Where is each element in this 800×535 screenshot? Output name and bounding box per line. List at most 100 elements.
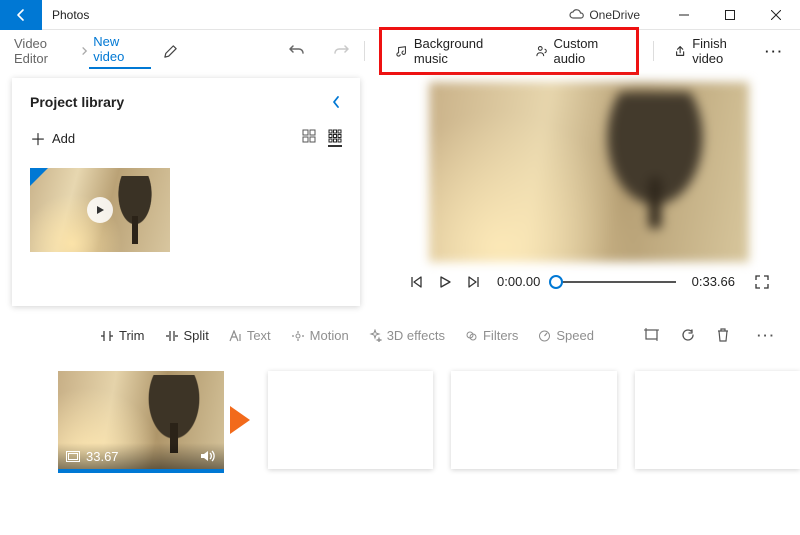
crop-icon bbox=[644, 328, 659, 341]
trim-button[interactable]: Trim bbox=[100, 328, 145, 343]
undo-button[interactable] bbox=[288, 43, 306, 59]
library-title: Project library bbox=[30, 94, 124, 110]
text-button[interactable]: Text bbox=[229, 328, 271, 343]
thumbnail-play-icon bbox=[87, 197, 113, 223]
trim-label: Trim bbox=[119, 328, 145, 343]
add-label: Add bbox=[52, 131, 75, 146]
step-back-icon bbox=[409, 276, 423, 288]
arrow-left-icon bbox=[13, 7, 29, 23]
chevron-left-icon bbox=[330, 95, 342, 109]
custom-audio-button[interactable]: Custom audio bbox=[530, 32, 629, 70]
undo-icon bbox=[288, 43, 306, 59]
crop-button[interactable] bbox=[644, 328, 659, 343]
fullscreen-icon bbox=[755, 275, 769, 289]
grid-3x3-icon bbox=[328, 129, 342, 143]
plus-icon: ＋ bbox=[30, 126, 46, 150]
3d-effects-button[interactable]: 3D effects bbox=[369, 328, 445, 343]
rename-button[interactable] bbox=[163, 44, 178, 59]
onedrive-status[interactable]: OneDrive bbox=[569, 8, 640, 22]
speed-icon bbox=[538, 330, 551, 342]
sparkle-icon bbox=[369, 329, 382, 342]
background-music-label: Background music bbox=[414, 36, 506, 66]
clip-progress-bar bbox=[58, 469, 224, 473]
insert-marker-icon bbox=[230, 406, 250, 434]
onedrive-label: OneDrive bbox=[589, 8, 640, 22]
play-icon bbox=[439, 276, 451, 288]
view-large-button[interactable] bbox=[302, 129, 316, 147]
speed-label: Speed bbox=[556, 328, 594, 343]
play-button[interactable] bbox=[439, 276, 451, 288]
speed-button[interactable]: Speed bbox=[538, 328, 594, 343]
3d-effects-label: 3D effects bbox=[387, 328, 445, 343]
minimize-icon bbox=[679, 10, 689, 20]
trash-icon bbox=[717, 328, 729, 342]
library-item[interactable] bbox=[30, 168, 170, 252]
project-library-panel: Project library ＋ Add bbox=[12, 78, 360, 306]
more-button[interactable]: ··· bbox=[759, 44, 790, 59]
rotate-button[interactable] bbox=[681, 328, 695, 343]
toolbar-divider bbox=[364, 41, 365, 61]
finish-video-button[interactable]: Finish video bbox=[668, 32, 759, 70]
fullscreen-button[interactable] bbox=[755, 275, 769, 289]
rotate-icon bbox=[681, 328, 695, 342]
motion-icon bbox=[291, 330, 305, 342]
clip-audio-icon bbox=[200, 449, 216, 463]
library-collapse-button[interactable] bbox=[330, 95, 342, 109]
add-media-button[interactable]: ＋ Add bbox=[30, 126, 75, 150]
filters-label: Filters bbox=[483, 328, 518, 343]
current-time: 0:00.00 bbox=[497, 274, 540, 289]
redo-button[interactable] bbox=[332, 43, 350, 59]
audio-controls-highlight: Background music Custom audio bbox=[379, 27, 639, 75]
prev-frame-button[interactable] bbox=[409, 276, 423, 288]
trim-icon bbox=[100, 330, 114, 342]
grid-2x2-icon bbox=[302, 129, 316, 143]
redo-icon bbox=[332, 43, 350, 59]
clip-duration: 33.67 bbox=[86, 449, 119, 464]
filters-button[interactable]: Filters bbox=[465, 328, 518, 343]
split-button[interactable]: Split bbox=[165, 328, 209, 343]
seek-slider[interactable] bbox=[556, 281, 675, 283]
split-label: Split bbox=[184, 328, 209, 343]
pencil-icon bbox=[163, 44, 178, 59]
step-forward-icon bbox=[467, 276, 481, 288]
cloud-icon bbox=[569, 9, 585, 20]
maximize-button[interactable] bbox=[710, 0, 750, 30]
preview-area: 0:00.00 0:33.66 bbox=[390, 78, 788, 306]
toolbar-divider bbox=[653, 41, 654, 61]
total-time: 0:33.66 bbox=[692, 274, 735, 289]
breadcrumb-current[interactable]: New video bbox=[89, 34, 151, 69]
app-title: Photos bbox=[42, 8, 89, 22]
view-small-button[interactable] bbox=[328, 129, 342, 147]
top-toolbar: Video Editor New video Background music … bbox=[0, 30, 800, 72]
music-note-icon bbox=[396, 44, 408, 58]
video-preview[interactable] bbox=[429, 82, 749, 262]
storyboard-empty-slot[interactable] bbox=[268, 371, 434, 469]
breadcrumb-root[interactable]: Video Editor bbox=[10, 36, 80, 66]
next-frame-button[interactable] bbox=[467, 276, 481, 288]
seek-knob[interactable] bbox=[549, 275, 563, 289]
chevron-right-icon bbox=[80, 46, 89, 56]
storyboard-empty-slot[interactable] bbox=[451, 371, 617, 469]
clip-more-button[interactable]: ··· bbox=[751, 328, 782, 343]
storyboard: 33.67 bbox=[0, 371, 800, 469]
export-icon bbox=[674, 44, 686, 58]
storyboard-empty-slot[interactable] bbox=[635, 371, 800, 469]
delete-button[interactable] bbox=[717, 328, 729, 343]
background-music-button[interactable]: Background music bbox=[390, 32, 512, 70]
custom-audio-label: Custom audio bbox=[553, 36, 622, 66]
video-indicator-icon bbox=[30, 168, 48, 186]
filters-icon bbox=[465, 330, 478, 342]
motion-label: Motion bbox=[310, 328, 349, 343]
close-icon bbox=[771, 10, 781, 20]
finish-video-label: Finish video bbox=[692, 36, 753, 66]
back-button[interactable] bbox=[0, 0, 42, 30]
close-button[interactable] bbox=[756, 0, 796, 30]
maximize-icon bbox=[725, 10, 735, 20]
main-area: Project library ＋ Add bbox=[0, 72, 800, 306]
text-label: Text bbox=[247, 328, 271, 343]
text-icon bbox=[229, 330, 242, 342]
storyboard-clip[interactable]: 33.67 bbox=[58, 371, 224, 469]
split-icon bbox=[165, 330, 179, 342]
motion-button[interactable]: Motion bbox=[291, 328, 349, 343]
minimize-button[interactable] bbox=[664, 0, 704, 30]
